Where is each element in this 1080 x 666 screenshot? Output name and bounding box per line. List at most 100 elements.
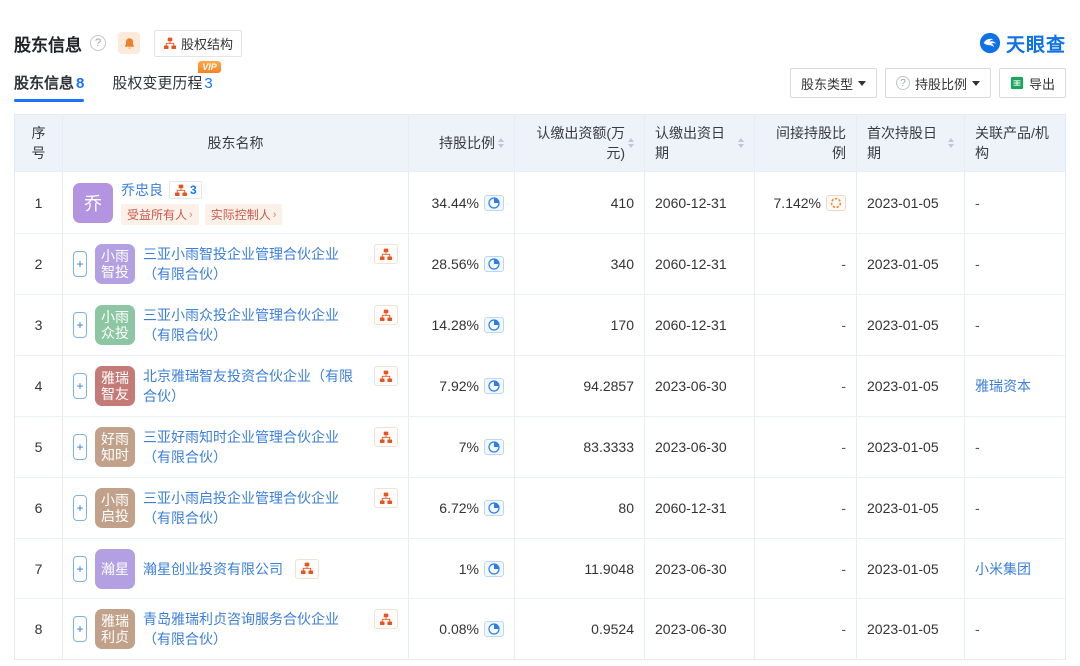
- related-product-link[interactable]: 雅瑞资本: [975, 376, 1031, 396]
- toolbar: 股东类型 ? 持股比例 导出: [790, 68, 1066, 102]
- shareholder-name-link[interactable]: 瀚星创业投资有限公司: [143, 559, 283, 579]
- role-tag[interactable]: 实际控制人›: [205, 204, 283, 225]
- tab-equity-change-history[interactable]: 股权变更历程3 VIP: [112, 72, 212, 102]
- table-row: 7+瀚星瀚星创业投资有限公司1%11.90482023-06-30-2023-0…: [15, 538, 1065, 598]
- column-header: 持股比例: [409, 115, 515, 171]
- expand-toggle-icon[interactable]: +: [73, 556, 87, 582]
- sort-icon[interactable]: [498, 138, 504, 148]
- org-chart-icon: [379, 309, 393, 322]
- equity-structure-icon-button[interactable]: [295, 559, 319, 579]
- subscribed-amount-cell: 80: [515, 478, 645, 538]
- expand-toggle-icon[interactable]: +: [73, 616, 87, 642]
- expand-toggle-icon[interactable]: +: [73, 312, 87, 338]
- related-product-cell: -: [965, 417, 1065, 477]
- shareholder-name-link[interactable]: 乔忠良: [121, 180, 163, 200]
- shareholder-name-link[interactable]: 北京雅瑞智友投资合伙企业（有限合伙）: [143, 366, 366, 407]
- equity-structure-button[interactable]: 股权结构: [154, 30, 242, 57]
- column-header: 关联产品/机构: [965, 115, 1065, 171]
- shareholder-name-cell: + 好雨知时三亚好雨知时企业管理合伙企业（有限合伙）: [63, 417, 409, 477]
- subscribed-date-cell: 2023-06-30: [645, 417, 755, 477]
- shareholder-name-cell: +小雨众投三亚小雨众投企业管理合伙企业（有限合伙）: [63, 295, 409, 355]
- shareholder-name-link[interactable]: 三亚小雨启投企业管理合伙企业（有限合伙）: [143, 488, 366, 529]
- subscribed-date-cell: 2023-06-30: [645, 539, 755, 598]
- holding-ratio-label: 持股比例: [915, 74, 967, 93]
- shareholder-name-link[interactable]: 三亚小雨众投企业管理合伙企业（有限合伙）: [143, 305, 366, 346]
- expand-toggle-icon[interactable]: +: [73, 251, 87, 277]
- shareholder-name-link[interactable]: 三亚好雨知时企业管理合伙企业（有限合伙）: [143, 427, 366, 468]
- export-label: 导出: [1029, 74, 1055, 93]
- table-row: 5+好雨知时三亚好雨知时企业管理合伙企业（有限合伙）7%83.33332023-…: [15, 416, 1065, 477]
- holding-ratio-dropdown[interactable]: ? 持股比例: [885, 68, 991, 98]
- org-chart-icon: [174, 184, 188, 197]
- subscribed-amount-cell: 340: [515, 234, 645, 294]
- org-chart-icon: [379, 613, 393, 626]
- sort-icon[interactable]: [948, 138, 954, 148]
- expand-toggle-icon[interactable]: +: [73, 434, 87, 460]
- expand-toggle-icon[interactable]: +: [73, 373, 87, 399]
- indirect-ratio-cell: -: [755, 234, 857, 294]
- pie-chart-icon-button[interactable]: [484, 561, 504, 577]
- pie-chart-icon-button[interactable]: [484, 317, 504, 333]
- row-index: 6: [15, 478, 63, 538]
- chevron-right-icon: ›: [189, 209, 193, 221]
- shareholder-name-cell: +小雨启投三亚小雨启投企业管理合伙企业（有限合伙）: [63, 478, 409, 538]
- holding-ratio-cell: 0.08%: [409, 599, 515, 659]
- pie-chart-icon-button[interactable]: [484, 378, 504, 394]
- equity-structure-icon-button[interactable]: [374, 366, 398, 386]
- sort-icon[interactable]: [628, 138, 634, 148]
- column-header: 认缴出资日期: [645, 115, 755, 171]
- related-product-cell: -: [965, 599, 1065, 659]
- tianyancha-logo[interactable]: 天眼查: [979, 30, 1066, 57]
- tianyancha-logo-icon: [979, 32, 1001, 54]
- pie-chart-icon: [488, 502, 500, 514]
- equity-structure-icon-button[interactable]: [374, 427, 398, 447]
- sort-icon[interactable]: [738, 138, 744, 148]
- role-tags: 受益所有人› 实际控制人›: [121, 204, 398, 225]
- shareholder-name-cell: +瀚星瀚星创业投资有限公司: [63, 539, 409, 598]
- table-row: 6+小雨启投三亚小雨启投企业管理合伙企业（有限合伙）6.72%802060-12…: [15, 477, 1065, 538]
- excel-export-icon: [1010, 76, 1024, 90]
- pie-chart-icon-button[interactable]: [484, 621, 504, 637]
- chevron-down-icon: [972, 81, 980, 86]
- shareholder-name-link[interactable]: 青岛雅瑞利贞咨询服务合伙企业（有限合伙）: [143, 609, 366, 650]
- subscribed-date-cell: 2023-06-30: [645, 599, 755, 659]
- subscribed-amount-cell: 170: [515, 295, 645, 355]
- avatar: 乔: [73, 183, 113, 223]
- equity-structure-label: 股权结构: [181, 34, 233, 53]
- export-button[interactable]: 导出: [999, 68, 1066, 98]
- table-row: 1乔乔忠良3受益所有人›实际控制人›34.44%4102060-12-317.1…: [15, 171, 1065, 233]
- tab-label: 股权变更历程: [112, 75, 202, 92]
- related-product-cell: -: [965, 478, 1065, 538]
- first-holding-date-cell: 2023-01-05: [857, 356, 965, 416]
- indirect-ratio-icon-button[interactable]: [826, 195, 846, 211]
- tab-count: 3: [204, 75, 212, 92]
- bell-icon[interactable]: [118, 32, 140, 54]
- shareholder-name-link[interactable]: 三亚小雨智投企业管理合伙企业（有限合伙）: [143, 244, 366, 285]
- subscribed-amount-cell: 11.9048: [515, 539, 645, 598]
- related-product-link[interactable]: 小米集团: [975, 559, 1031, 579]
- holding-ratio-cell: 7%: [409, 417, 515, 477]
- related-product-cell: 小米集团: [965, 539, 1065, 598]
- tabs: 股东信息8 股权变更历程3 VIP: [14, 72, 213, 102]
- help-icon[interactable]: ?: [90, 35, 106, 51]
- pie-chart-icon-button[interactable]: [484, 195, 504, 211]
- chevron-right-icon: ›: [273, 209, 277, 221]
- association-count-badge[interactable]: 3: [169, 181, 202, 199]
- first-holding-date-cell: 2023-01-05: [857, 599, 965, 659]
- tab-shareholder-info[interactable]: 股东信息8: [14, 72, 84, 102]
- shareholder-type-dropdown[interactable]: 股东类型: [790, 68, 877, 98]
- equity-structure-icon-button[interactable]: [374, 244, 398, 264]
- avatar: 好雨知时: [95, 427, 135, 467]
- expand-toggle-icon[interactable]: +: [73, 495, 87, 521]
- column-header: 认缴出资额(万元): [515, 115, 645, 171]
- row-index: 8: [15, 599, 63, 659]
- pie-chart-icon-button[interactable]: [484, 439, 504, 455]
- equity-structure-icon-button[interactable]: [374, 488, 398, 508]
- role-tag[interactable]: 受益所有人›: [121, 204, 199, 225]
- row-index: 4: [15, 356, 63, 416]
- pie-chart-icon-button[interactable]: [484, 500, 504, 516]
- table-row: 3+小雨众投三亚小雨众投企业管理合伙企业（有限合伙）14.28%1702060-…: [15, 294, 1065, 355]
- equity-structure-icon-button[interactable]: [374, 609, 398, 629]
- pie-chart-icon-button[interactable]: [484, 256, 504, 272]
- equity-structure-icon-button[interactable]: [374, 305, 398, 325]
